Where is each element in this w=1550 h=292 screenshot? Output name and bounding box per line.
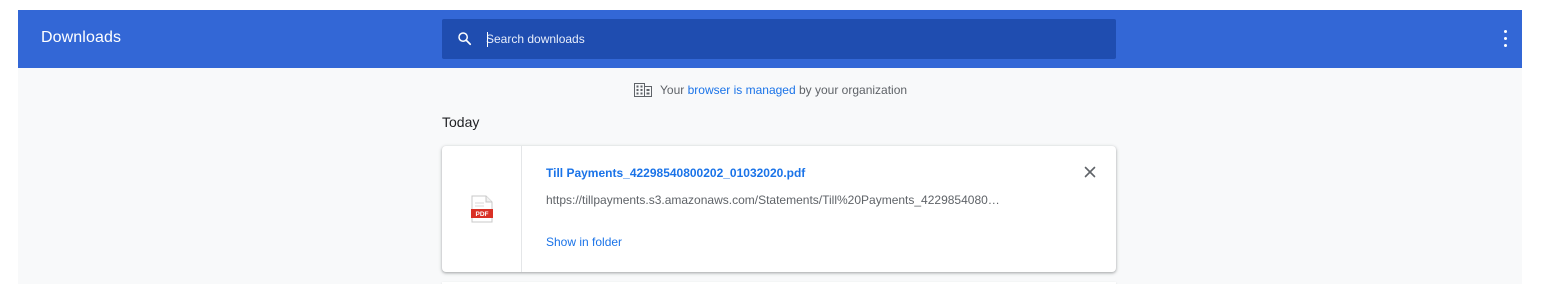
download-item: PDF Till Payments_42298540800202_0103202…: [442, 146, 1116, 272]
pdf-file-icon: PDF: [471, 195, 493, 223]
show-in-folder-link[interactable]: Show in folder: [546, 235, 622, 249]
file-name-link[interactable]: Till Payments_42298540800202_01032020.pd…: [546, 166, 805, 180]
more-vert-icon: [1504, 30, 1507, 33]
date-heading: Today: [442, 114, 480, 130]
more-actions-button[interactable]: [1498, 27, 1514, 51]
search-input[interactable]: [486, 19, 1086, 59]
business-icon: [634, 82, 652, 97]
next-download-item-edge: [442, 282, 1116, 284]
notice-suffix: by your organization: [795, 82, 908, 97]
browser-managed-link[interactable]: browser is managed: [688, 83, 796, 97]
file-source-url: https://tillpayments.s3.amazonaws.com/St…: [546, 193, 1000, 207]
page-title: Downloads: [41, 29, 122, 46]
close-icon[interactable]: [1082, 164, 1098, 180]
search-icon[interactable]: [456, 30, 474, 48]
pdf-badge-text: PDF: [476, 211, 489, 218]
downloads-page: Downloads Your browser is: [18, 10, 1522, 284]
toolbar: Downloads: [18, 10, 1522, 68]
search-box[interactable]: [442, 19, 1116, 59]
managed-notice: Your browser is managed by your organiza…: [634, 82, 907, 98]
more-vert-icon-dot: [1504, 37, 1507, 40]
file-icon-area: PDF: [442, 146, 522, 272]
more-vert-icon-dot: [1504, 44, 1507, 47]
text-cursor: [487, 32, 488, 47]
notice-prefix: Your: [660, 82, 688, 97]
